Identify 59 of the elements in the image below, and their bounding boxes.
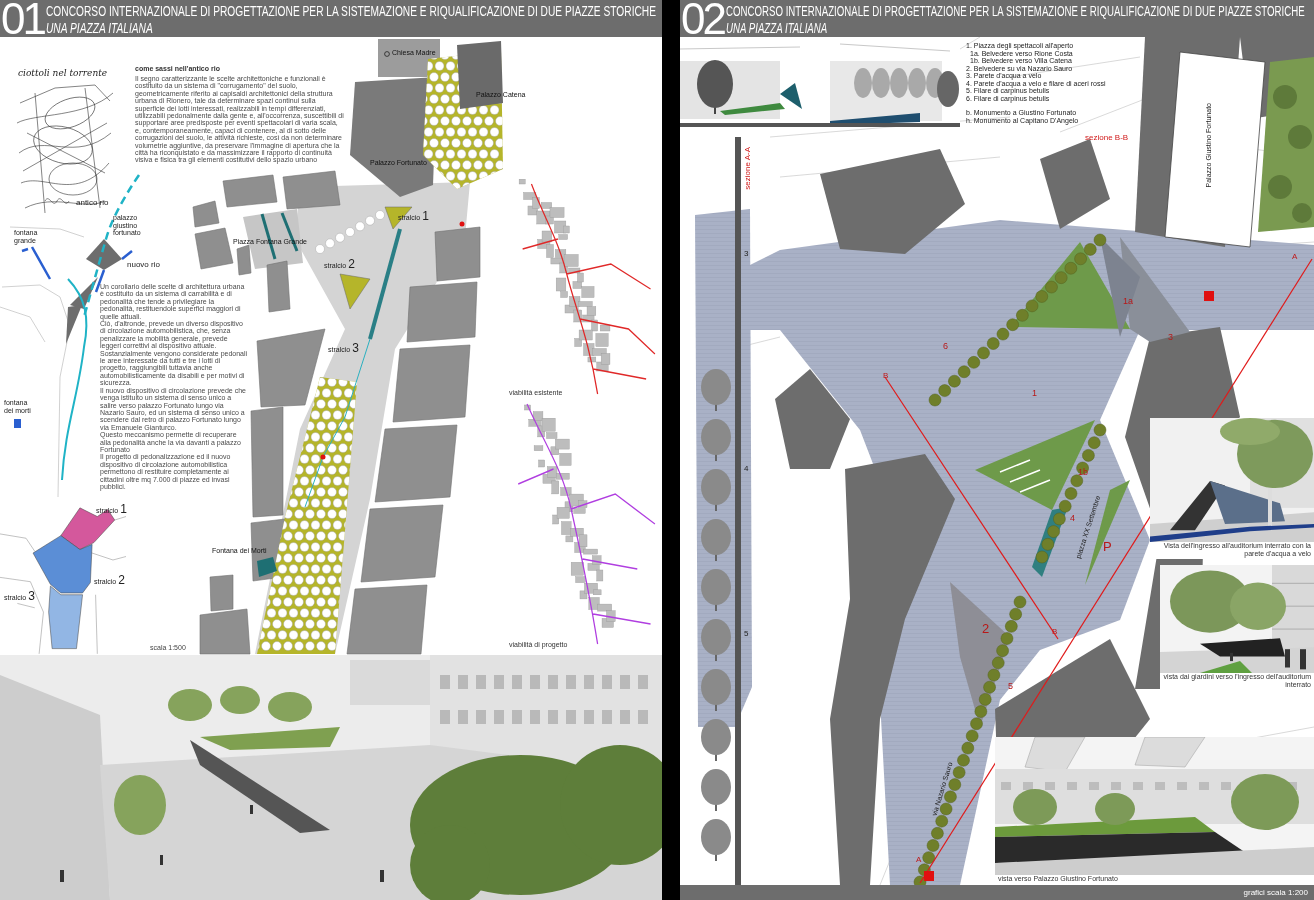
section-mark: A bbox=[916, 855, 922, 864]
building-block bbox=[236, 244, 252, 276]
church-building bbox=[378, 39, 440, 77]
tree-icon bbox=[701, 569, 731, 611]
lawn-triangle bbox=[339, 273, 371, 310]
area-number: 3 bbox=[1168, 332, 1173, 342]
tree-row bbox=[315, 210, 385, 254]
fountain-line bbox=[20, 245, 52, 281]
tree-icon bbox=[701, 419, 731, 461]
tree-icon bbox=[701, 719, 731, 761]
building-block bbox=[518, 179, 526, 185]
area-number: 1 bbox=[1032, 388, 1037, 398]
building-block bbox=[222, 174, 278, 208]
section-mark: B bbox=[1052, 627, 1058, 636]
dot-icon bbox=[320, 454, 326, 460]
building-block bbox=[282, 170, 341, 210]
tree-icon bbox=[701, 369, 731, 411]
area-number: 2 bbox=[982, 621, 990, 636]
area-number: 1a bbox=[1123, 296, 1133, 306]
tree-icon bbox=[701, 819, 731, 861]
fountain-block bbox=[14, 419, 21, 428]
tree-icon bbox=[701, 519, 731, 561]
board-subtitle: UNA PIAZZA ITALIANA bbox=[45, 18, 153, 36]
board-subtitle: UNA PIAZZA ITALIANA bbox=[725, 18, 828, 36]
diagram-label: antico rio bbox=[76, 199, 109, 208]
area-number: P bbox=[1103, 539, 1112, 554]
section-title: sezione A-A bbox=[743, 147, 752, 190]
area-number: 5 bbox=[1008, 681, 1013, 691]
building-block bbox=[527, 205, 538, 216]
section-marker-icon bbox=[1204, 291, 1214, 301]
building-block bbox=[524, 404, 531, 411]
board-title: CONCORSO INTERNAZIONALE DI PROGETTAZIONE PER LA SISTEMAZIONE E RIQUALIFICAZIONE DI DUE PIAZZE STORICHE bbox=[725, 1, 1305, 19]
section-number: 3 bbox=[744, 249, 749, 258]
area-number: 4 bbox=[1070, 513, 1075, 523]
tree-icon bbox=[701, 769, 731, 811]
board-number: 02 bbox=[680, 0, 724, 37]
building-block bbox=[457, 41, 503, 109]
section-title: sezione B-B bbox=[1085, 133, 1129, 142]
section-marker-icon bbox=[924, 871, 934, 881]
tree-icon bbox=[701, 669, 731, 711]
section-mark: B bbox=[883, 371, 889, 380]
section-number: 5 bbox=[744, 629, 749, 638]
tree-icon bbox=[701, 619, 731, 661]
building-block bbox=[533, 445, 544, 451]
handwritten-note: ciottoli nel torrente bbox=[18, 68, 108, 78]
ring-icon bbox=[384, 51, 390, 57]
building-block bbox=[266, 260, 291, 313]
fountain-block bbox=[257, 557, 277, 577]
board-title: CONCORSO INTERNAZIONALE DI PROGETTAZIONE PER LA SISTEMAZIONE E RIQUALIFICAZIONE DI DUE PIAZZE STORICHE bbox=[45, 1, 656, 19]
diagram-label: nuovo rio bbox=[127, 261, 160, 270]
section-mark: A bbox=[1292, 252, 1298, 261]
board-number: 01 bbox=[0, 0, 44, 37]
area-number: 6 bbox=[943, 341, 948, 351]
building-block bbox=[541, 230, 552, 243]
tree-icon bbox=[701, 469, 731, 511]
scale-label: grafici scala 1:200 bbox=[1243, 888, 1308, 897]
dot-icon bbox=[459, 221, 465, 227]
section-number: 4 bbox=[744, 464, 749, 473]
building-block bbox=[533, 411, 544, 421]
